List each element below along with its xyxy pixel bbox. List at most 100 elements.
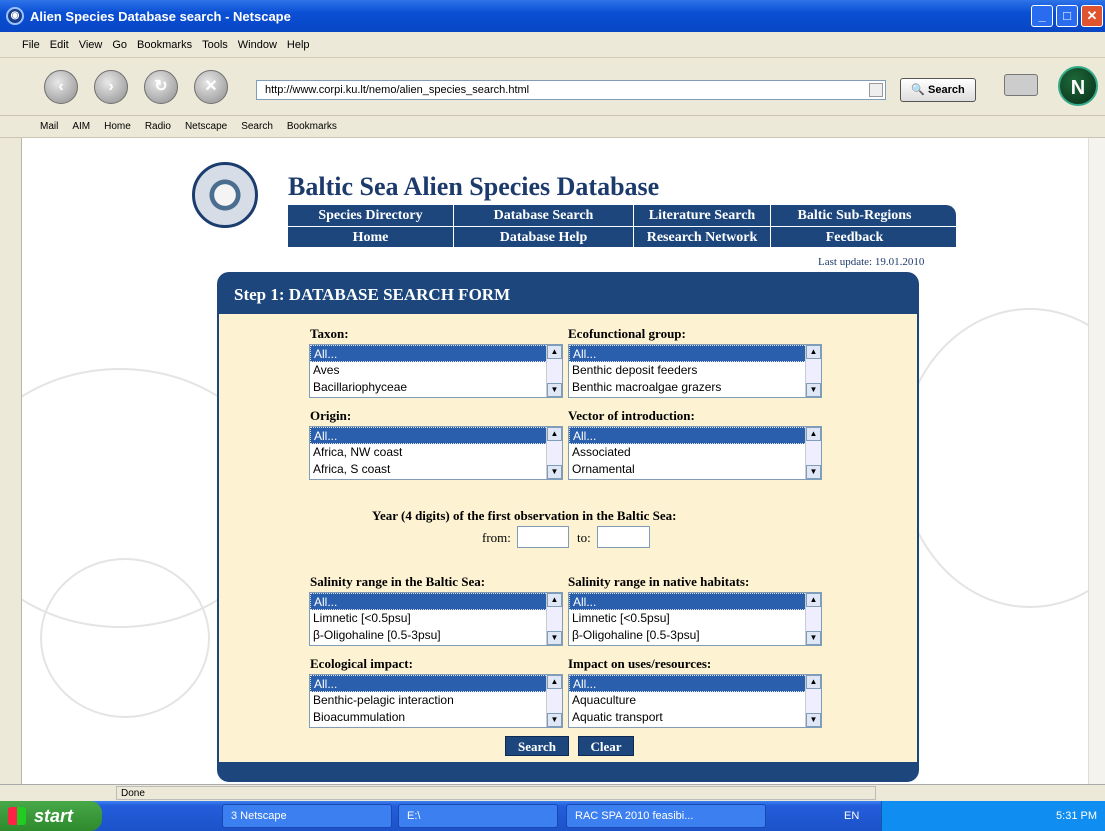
page-scrollbar[interactable] — [1088, 138, 1105, 784]
taxon-list[interactable]: All... Aves Bacillariophyceae ▲ ▼ — [309, 344, 563, 398]
scroll-up-icon[interactable]: ▲ — [547, 675, 562, 689]
minimize-button[interactable]: _ — [1031, 5, 1053, 27]
list-option[interactable]: Bacillariophyceae — [310, 379, 562, 396]
forward-button[interactable]: › — [94, 70, 128, 104]
scroll-up-icon[interactable]: ▲ — [547, 345, 562, 359]
scroll-up-icon[interactable]: ▲ — [806, 593, 821, 607]
list-option[interactable]: All... — [310, 345, 562, 362]
list-option[interactable]: Benthic deposit feeders — [569, 362, 821, 379]
salinity-native-list[interactable]: All... Limnetic [<0.5psu] β-Oligohaline … — [568, 592, 822, 646]
scroll-down-icon[interactable]: ▼ — [547, 713, 562, 727]
nav-database-search[interactable]: Database Search — [453, 205, 633, 226]
list-option[interactable]: Limnetic [<0.5psu] — [569, 610, 821, 627]
clear-button[interactable]: Clear — [578, 736, 634, 756]
scroll-down-icon[interactable]: ▼ — [547, 631, 562, 645]
list-option[interactable]: β-Oligohaline [0.5-3psu] — [310, 627, 562, 644]
list-option[interactable]: All... — [569, 345, 821, 362]
list-option[interactable]: Aquaculture — [569, 692, 821, 709]
nav-baltic-sub-regions[interactable]: Baltic Sub-Regions — [770, 205, 938, 226]
search-button[interactable]: Search — [505, 736, 569, 756]
netscape-logo[interactable]: N — [1058, 66, 1098, 106]
scroll-up-icon[interactable]: ▲ — [547, 427, 562, 441]
scroll-up-icon[interactable]: ▲ — [547, 593, 562, 607]
toolbar-search-button[interactable]: 🔍 Search — [900, 78, 976, 102]
bookmark-search[interactable]: Search — [241, 121, 273, 132]
url-dropdown-icon[interactable] — [869, 83, 883, 97]
menu-help[interactable]: Help — [287, 39, 310, 51]
print-icon[interactable] — [1004, 74, 1038, 96]
menu-edit[interactable]: Edit — [50, 39, 69, 51]
reload-button[interactable]: ↻ — [144, 70, 178, 104]
list-option[interactable]: β-Oligohaline [0.5-3psu] — [569, 627, 821, 644]
sidebar-collapsed[interactable] — [0, 138, 22, 784]
task-rac-spa[interactable]: RAC SPA 2010 feasibi... — [566, 804, 766, 828]
list-scrollbar[interactable]: ▲ ▼ — [546, 427, 562, 479]
scroll-down-icon[interactable]: ▼ — [547, 465, 562, 479]
bookmark-netscape[interactable]: Netscape — [185, 121, 227, 132]
list-scrollbar[interactable]: ▲ ▼ — [546, 593, 562, 645]
menu-view[interactable]: View — [79, 39, 103, 51]
language-indicator[interactable]: EN — [844, 801, 859, 831]
scroll-down-icon[interactable]: ▼ — [547, 383, 562, 397]
list-option[interactable]: All... — [569, 675, 821, 692]
list-option[interactable]: All... — [569, 427, 821, 444]
scroll-up-icon[interactable]: ▲ — [806, 675, 821, 689]
scroll-down-icon[interactable]: ▼ — [806, 465, 821, 479]
back-button[interactable]: ‹ — [44, 70, 78, 104]
bookmark-bookmarks[interactable]: Bookmarks — [287, 121, 337, 132]
list-option[interactable]: Associated — [569, 444, 821, 461]
list-option[interactable]: Bioacummulation — [310, 709, 562, 726]
nav-home[interactable]: Home — [288, 227, 453, 248]
scroll-up-icon[interactable]: ▲ — [806, 427, 821, 441]
list-option[interactable]: Benthic-pelagic interaction — [310, 692, 562, 709]
list-scrollbar[interactable]: ▲ ▼ — [805, 427, 821, 479]
bookmark-radio[interactable]: Radio — [145, 121, 171, 132]
list-option[interactable]: All... — [310, 675, 562, 692]
list-option[interactable]: Ornamental — [569, 461, 821, 478]
nav-species-directory[interactable]: Species Directory — [288, 205, 453, 226]
task-explorer[interactable]: E:\ — [398, 804, 558, 828]
list-option[interactable]: Africa, NW coast — [310, 444, 562, 461]
nav-database-help[interactable]: Database Help — [453, 227, 633, 248]
scroll-down-icon[interactable]: ▼ — [806, 631, 821, 645]
list-scrollbar[interactable]: ▲ ▼ — [805, 345, 821, 397]
list-option[interactable]: Aves — [310, 362, 562, 379]
ecological-impact-list[interactable]: All... Benthic-pelagic interaction Bioac… — [309, 674, 563, 728]
vector-list[interactable]: All... Associated Ornamental ▲ ▼ — [568, 426, 822, 480]
list-scrollbar[interactable]: ▲ ▼ — [546, 675, 562, 727]
scroll-down-icon[interactable]: ▼ — [806, 383, 821, 397]
bookmark-home[interactable]: Home — [104, 121, 131, 132]
nav-research-network[interactable]: Research Network — [633, 227, 770, 248]
menu-window[interactable]: Window — [238, 39, 277, 51]
scroll-down-icon[interactable]: ▼ — [806, 713, 821, 727]
task-netscape[interactable]: 3 Netscape — [222, 804, 392, 828]
ecofunctional-list[interactable]: All... Benthic deposit feeders Benthic m… — [568, 344, 822, 398]
start-button[interactable]: start — [0, 801, 102, 831]
origin-list[interactable]: All... Africa, NW coast Africa, S coast … — [309, 426, 563, 480]
salinity-baltic-list[interactable]: All... Limnetic [<0.5psu] β-Oligohaline … — [309, 592, 563, 646]
list-scrollbar[interactable]: ▲ ▼ — [805, 675, 821, 727]
url-field[interactable]: http://www.corpi.ku.lt/nemo/alien_specie… — [256, 80, 886, 100]
year-to-input[interactable] — [597, 526, 650, 548]
bookmark-mail[interactable]: Mail — [40, 121, 58, 132]
stop-button[interactable]: ✕ — [194, 70, 228, 104]
menu-file[interactable]: File — [22, 39, 40, 51]
list-option[interactable]: Africa, S coast — [310, 461, 562, 478]
list-option[interactable]: Benthic macroalgae grazers — [569, 379, 821, 396]
bookmark-aim[interactable]: AIM — [72, 121, 90, 132]
list-option[interactable]: All... — [310, 427, 562, 444]
list-option[interactable]: All... — [310, 593, 562, 610]
menu-go[interactable]: Go — [112, 39, 127, 51]
impact-uses-list[interactable]: All... Aquaculture Aquatic transport ▲ ▼ — [568, 674, 822, 728]
year-from-input[interactable] — [517, 526, 569, 548]
nav-literature-search[interactable]: Literature Search — [633, 205, 770, 226]
menu-tools[interactable]: Tools — [202, 39, 228, 51]
list-option[interactable]: Aquatic transport — [569, 709, 821, 726]
list-scrollbar[interactable]: ▲ ▼ — [546, 345, 562, 397]
list-option[interactable]: Limnetic [<0.5psu] — [310, 610, 562, 627]
list-option[interactable]: All... — [569, 593, 821, 610]
close-button[interactable]: ✕ — [1081, 5, 1103, 27]
nav-feedback[interactable]: Feedback — [770, 227, 938, 248]
maximize-button[interactable]: □ — [1056, 5, 1078, 27]
scroll-up-icon[interactable]: ▲ — [806, 345, 821, 359]
